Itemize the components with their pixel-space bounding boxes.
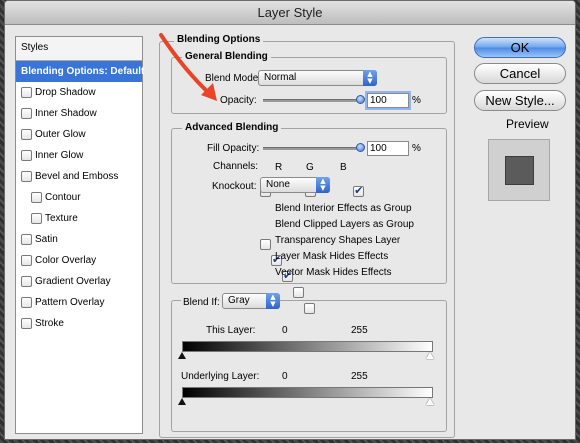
styles-list-item[interactable]: Gradient Overlay <box>16 271 142 292</box>
updown-arrow-icon: ▲ ▼ <box>363 70 377 86</box>
channel-r-label: R <box>275 162 283 173</box>
styles-list-item[interactable]: Outer Glow <box>16 124 142 145</box>
styles-list-item-label: Color Overlay <box>35 255 97 266</box>
underlying-layer-label: Underlying Layer: <box>181 371 260 382</box>
knockout-select[interactable]: None ▲ ▼ <box>260 177 330 193</box>
opacity-slider[interactable] <box>263 99 361 102</box>
underlying-layer-white-slider[interactable] <box>426 398 434 405</box>
styles-list-item-label: Texture <box>45 213 78 224</box>
styles-list-item[interactable]: Color Overlay <box>16 250 142 271</box>
this-layer-max: 255 <box>351 325 368 336</box>
opacity-slider-knob[interactable] <box>356 95 365 104</box>
this-layer-gradient <box>182 341 433 352</box>
styles-list-item[interactable]: Pattern Overlay <box>16 292 142 313</box>
preview-label: Preview <box>506 117 549 131</box>
styles-list-item[interactable]: Blending Options: Default <box>16 61 145 82</box>
opacity-label: Opacity: <box>220 95 257 106</box>
this-layer-min: 0 <box>282 325 288 336</box>
style-checkbox[interactable] <box>21 276 32 287</box>
blend-if-select[interactable]: Gray ▲ ▼ <box>222 293 280 309</box>
advanced-blending-title: Advanced Blending <box>182 122 282 133</box>
style-checkbox[interactable] <box>31 213 42 224</box>
blend-mode-select[interactable]: Normal ▲ ▼ <box>258 70 377 86</box>
styles-list-item-label: Stroke <box>35 318 64 329</box>
styles-list-header: Styles <box>16 37 142 61</box>
channel-g-label: G <box>306 162 314 173</box>
layer-style-dialog: Layer Style Styles Blending Options: Def… <box>4 0 576 440</box>
styles-list-item[interactable]: Drop Shadow <box>16 82 142 103</box>
advanced-option-checkbox[interactable] <box>260 238 271 250</box>
style-checkbox[interactable] <box>21 87 32 98</box>
styles-list-item-label: Inner Shadow <box>35 108 97 119</box>
knockout-value: None <box>266 179 290 190</box>
style-checkbox[interactable] <box>21 108 32 119</box>
advanced-option-label: Vector Mask Hides Effects <box>275 267 392 278</box>
styles-list-item[interactable]: Satin <box>16 229 142 250</box>
underlying-layer-min: 0 <box>282 371 288 382</box>
this-layer-label: This Layer: <box>206 325 256 336</box>
style-checkbox[interactable] <box>21 171 32 182</box>
styles-list-item[interactable]: Contour <box>16 187 142 208</box>
styles-list-item-label: Bevel and Emboss <box>35 171 119 182</box>
styles-list-item-label: Inner Glow <box>35 150 84 161</box>
updown-arrow-icon: ▲ ▼ <box>266 293 280 309</box>
advanced-option-label: Transparency Shapes Layer <box>275 235 401 246</box>
styles-list-item-label: Satin <box>35 234 58 245</box>
style-checkbox[interactable] <box>21 255 32 266</box>
fill-opacity-input[interactable]: 100 <box>367 141 409 156</box>
fill-opacity-slider[interactable] <box>263 147 361 150</box>
style-checkbox[interactable] <box>31 192 42 203</box>
fill-opacity-label: Fill Opacity: <box>207 143 260 154</box>
fill-opacity-slider-knob[interactable] <box>356 143 365 152</box>
styles-list-item-label: Gradient Overlay <box>35 276 111 287</box>
annotation-arrow-icon <box>159 33 217 101</box>
preview-swatch <box>505 156 534 185</box>
blend-if-group <box>171 300 447 432</box>
style-checkbox[interactable] <box>21 129 32 140</box>
blend-if-label: Blend If: <box>181 297 222 308</box>
styles-list-item[interactable]: Texture <box>16 208 142 229</box>
styles-list-item-label: Pattern Overlay <box>35 297 105 308</box>
underlying-layer-black-slider[interactable] <box>178 398 186 405</box>
style-checkbox[interactable] <box>21 150 32 161</box>
this-layer-black-slider[interactable] <box>178 352 186 359</box>
underlying-layer-gradient <box>182 387 433 398</box>
styles-list-item-label: Drop Shadow <box>35 87 96 98</box>
styles-list-item-label: Contour <box>45 192 81 203</box>
styles-list-item[interactable]: Inner Glow <box>16 145 142 166</box>
this-layer-white-slider[interactable] <box>426 352 434 359</box>
advanced-option-label: Blend Clipped Layers as Group <box>275 219 414 230</box>
channel-b-label: B <box>340 162 347 173</box>
advanced-option-checkbox[interactable] <box>293 286 304 298</box>
channel-b-checkbox[interactable] <box>353 184 365 197</box>
styles-list-item-label: Blending Options: Default <box>21 66 145 77</box>
styles-list-item[interactable]: Inner Shadow <box>16 103 142 124</box>
new-style-button[interactable]: New Style... <box>474 90 566 111</box>
style-checkbox[interactable] <box>21 297 32 308</box>
advanced-option-label: Layer Mask Hides Effects <box>275 251 389 262</box>
styles-list-item[interactable]: Stroke <box>16 313 142 334</box>
fill-opacity-unit: % <box>412 143 421 154</box>
blend-if-value: Gray <box>228 295 250 306</box>
updown-arrow-icon: ▲ ▼ <box>316 177 330 193</box>
advanced-option-label: Blend Interior Effects as Group <box>275 203 412 214</box>
knockout-label: Knockout: <box>212 181 257 192</box>
styles-list-item-label: Outer Glow <box>35 129 86 140</box>
preview-thumbnail <box>488 139 550 201</box>
window-title: Layer Style <box>5 1 575 25</box>
styles-list: Styles Blending Options: Default Drop Sha… <box>15 36 145 434</box>
style-checkbox[interactable] <box>21 318 32 329</box>
opacity-input[interactable]: 100 <box>367 93 409 108</box>
underlying-layer-max: 255 <box>351 371 368 382</box>
cancel-button[interactable]: Cancel <box>474 63 566 84</box>
blend-mode-value: Normal <box>264 72 297 83</box>
ok-button[interactable]: OK <box>474 37 566 58</box>
style-checkbox[interactable] <box>21 234 32 245</box>
opacity-unit: % <box>412 95 421 106</box>
styles-list-item[interactable]: Bevel and Emboss <box>16 166 142 187</box>
channels-label: Channels: <box>213 161 259 172</box>
